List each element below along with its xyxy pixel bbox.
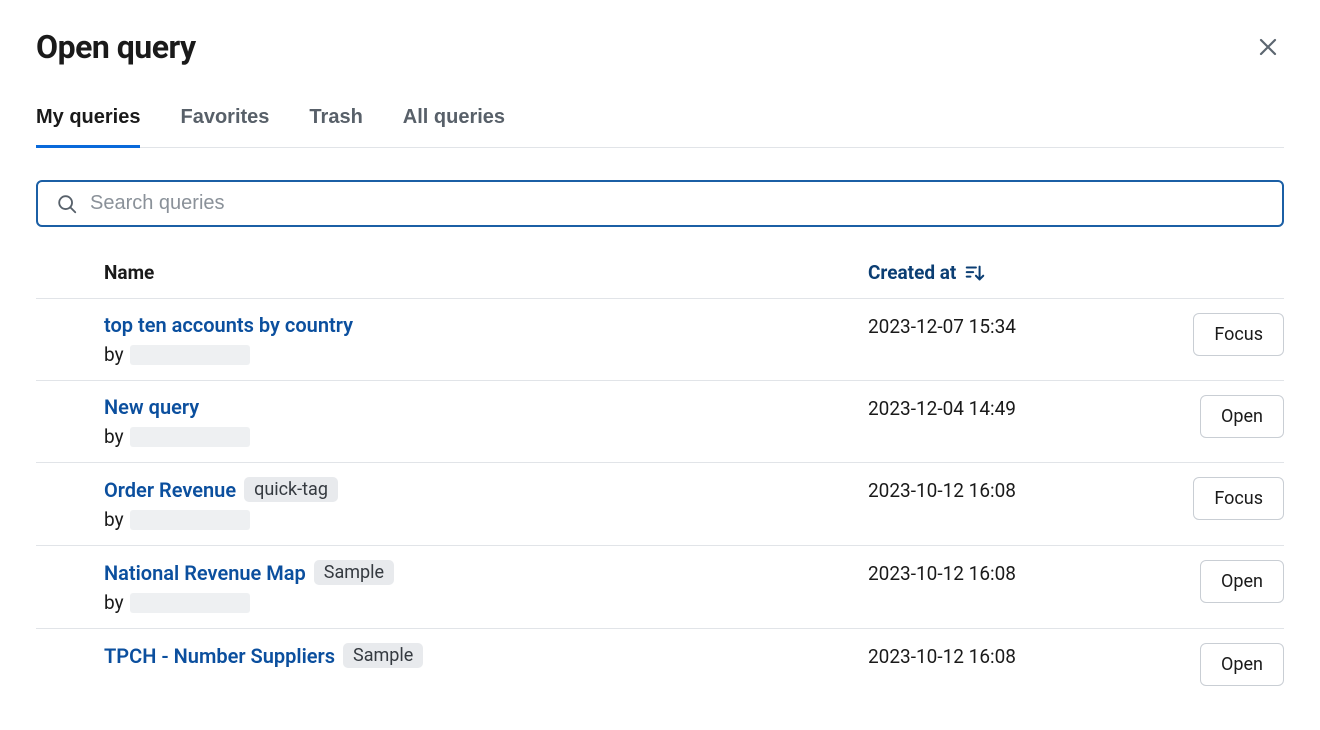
query-tag: Sample — [314, 560, 394, 585]
row-name-block: TPCH - Number Suppliers Sample — [104, 643, 868, 668]
name-line: New query — [104, 395, 868, 419]
open-button[interactable]: Open — [1200, 560, 1284, 603]
author-placeholder — [130, 345, 250, 365]
row-created: 2023-10-12 16:08 — [868, 477, 1150, 502]
name-line: top ten accounts by country — [104, 313, 868, 337]
by-prefix: by — [104, 508, 124, 531]
by-line: by — [104, 591, 868, 614]
dialog-header: Open query — [36, 28, 1284, 66]
search-icon — [56, 193, 78, 215]
table-row: National Revenue Map Sample by 2023-10-1… — [36, 546, 1284, 629]
query-tag: quick-tag — [244, 477, 338, 502]
tab-favorites[interactable]: Favorites — [180, 106, 269, 148]
by-line: by — [104, 508, 868, 531]
table-row: New query by 2023-12-04 14:49 Open — [36, 381, 1284, 463]
name-line: Order Revenue quick-tag — [104, 477, 868, 502]
row-action: Open — [1150, 395, 1284, 438]
close-button[interactable] — [1252, 31, 1284, 63]
column-created[interactable]: Created at — [868, 261, 1150, 284]
row-name-block: Order Revenue quick-tag by — [104, 477, 868, 531]
query-link[interactable]: TPCH - Number Suppliers — [104, 644, 335, 668]
by-prefix: by — [104, 591, 124, 614]
column-name[interactable]: Name — [104, 261, 868, 284]
tab-trash[interactable]: Trash — [309, 106, 362, 148]
row-action: Open — [1150, 560, 1284, 603]
row-created: 2023-12-04 14:49 — [868, 395, 1150, 420]
row-action: Open — [1150, 643, 1284, 686]
table-body: top ten accounts by country by 2023-12-0… — [36, 298, 1284, 700]
close-icon — [1256, 35, 1280, 59]
name-line: TPCH - Number Suppliers Sample — [104, 643, 868, 668]
tab-my-queries[interactable]: My queries — [36, 106, 140, 148]
query-link[interactable]: Order Revenue — [104, 478, 236, 502]
author-placeholder — [130, 427, 250, 447]
row-name-block: top ten accounts by country by — [104, 313, 868, 366]
query-link[interactable]: New query — [104, 395, 199, 419]
query-link[interactable]: National Revenue Map — [104, 561, 306, 585]
dialog-title: Open query — [36, 28, 196, 66]
column-created-label: Created at — [868, 261, 956, 284]
row-action: Focus — [1150, 477, 1284, 520]
search-box[interactable] — [36, 180, 1284, 227]
author-placeholder — [130, 593, 250, 613]
search-input[interactable] — [90, 192, 1264, 215]
focus-button[interactable]: Focus — [1193, 477, 1284, 520]
open-button[interactable]: Open — [1200, 395, 1284, 438]
row-created: 2023-10-12 16:08 — [868, 643, 1150, 668]
by-prefix: by — [104, 425, 124, 448]
row-action: Focus — [1150, 313, 1284, 356]
row-name-block: New query by — [104, 395, 868, 448]
by-line: by — [104, 425, 868, 448]
row-name-block: National Revenue Map Sample by — [104, 560, 868, 614]
row-created: 2023-10-12 16:08 — [868, 560, 1150, 585]
table-row: Order Revenue quick-tag by 2023-10-12 16… — [36, 463, 1284, 546]
queries-table: Name Created at — [36, 247, 1284, 700]
query-tag: Sample — [343, 643, 423, 668]
by-prefix: by — [104, 343, 124, 366]
table-row: top ten accounts by country by 2023-12-0… — [36, 299, 1284, 381]
open-button[interactable]: Open — [1200, 643, 1284, 686]
tab-all-queries[interactable]: All queries — [403, 106, 505, 148]
query-link[interactable]: top ten accounts by country — [104, 313, 353, 337]
column-action — [1150, 261, 1284, 284]
sort-desc-icon — [964, 262, 986, 284]
table-row: TPCH - Number Suppliers Sample 2023-10-1… — [36, 629, 1284, 700]
table-header: Name Created at — [36, 247, 1284, 298]
tabs: My queries Favorites Trash All queries — [36, 106, 1284, 148]
by-line: by — [104, 343, 868, 366]
author-placeholder — [130, 510, 250, 530]
name-line: National Revenue Map Sample — [104, 560, 868, 585]
focus-button[interactable]: Focus — [1193, 313, 1284, 356]
open-query-dialog: Open query My queries Favorites Trash Al… — [0, 0, 1320, 700]
row-created: 2023-12-07 15:34 — [868, 313, 1150, 338]
